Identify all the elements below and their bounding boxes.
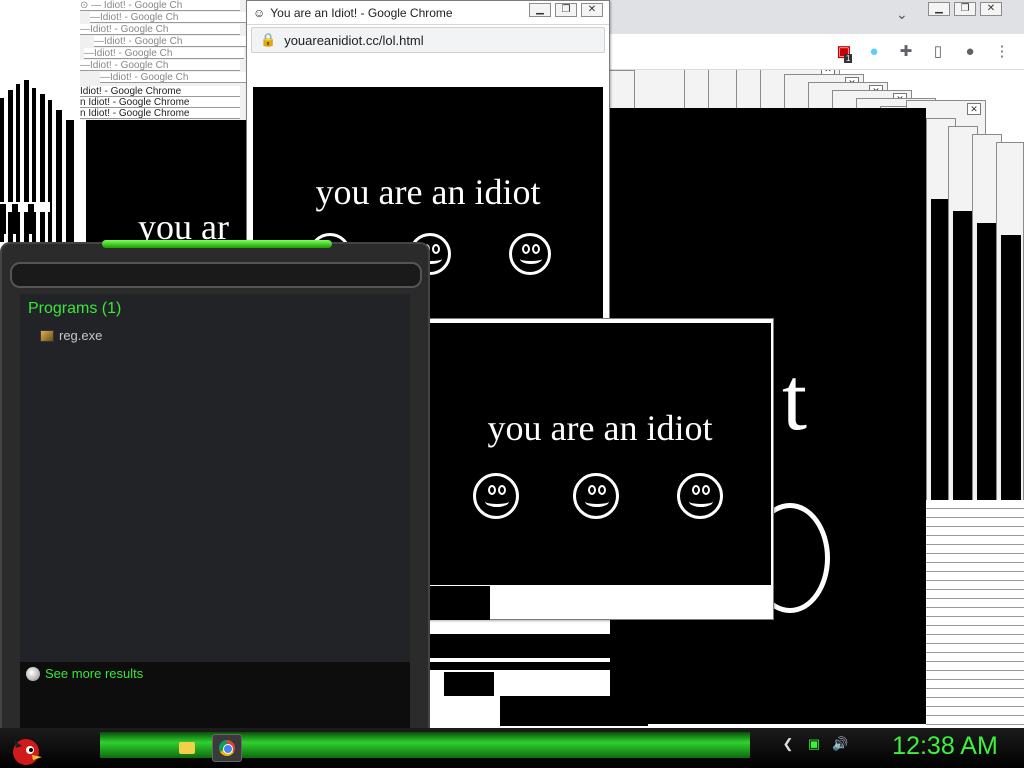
account-icon[interactable]: ● (960, 42, 980, 62)
smiley-icon (677, 473, 723, 519)
result-label: reg.exe (59, 328, 103, 343)
maximize-button[interactable]: ❐ (555, 3, 577, 17)
popup-window-lower[interactable]: you are an idiot (424, 318, 774, 620)
see-more-label: See more results (45, 666, 144, 681)
start-menu: Programs (1) reg.exe See more results (0, 240, 430, 732)
system-tray: ❮ ▣ 🔊 (780, 736, 849, 752)
minimize-button[interactable]: ▁ (529, 3, 551, 17)
taskbar-clock[interactable]: 12:38 AM (870, 732, 1020, 761)
profile-flag-icon[interactable]: ● (864, 42, 884, 62)
bg-window-title: Idiot! - Google Chrome (80, 86, 240, 97)
title-stack: ⊙ — Idiot! - Google Ch —Idiot! - Google … (80, 0, 260, 120)
bg-window-title: n Idiot! - Google Chrome (80, 97, 240, 108)
glitch-bars-left (0, 80, 80, 242)
url-text: youareanidiot.cc/lol.html (284, 32, 424, 48)
kebab-menu-icon[interactable]: ⋮ (992, 42, 1012, 62)
maximize-button[interactable]: ❐ (954, 2, 976, 16)
search-results-panel: Programs (1) reg.exe (20, 294, 410, 662)
volume-icon[interactable]: 🔊 (832, 736, 848, 752)
network-icon[interactable]: ▣ (806, 736, 822, 752)
chrome-toolbar: ▣ 1 ● ✚ ▯ ● ⋮ (600, 34, 1024, 70)
chrome-titlebar: ⌄ ▁ ❐ ✕ (600, 0, 1024, 34)
glitch-fragments-bottom (428, 586, 648, 726)
sidepanel-icon[interactable]: ▯ (928, 42, 948, 62)
folder-icon (179, 742, 195, 754)
chrome-icon (219, 740, 235, 756)
taskbar-explorer-button[interactable] (172, 734, 202, 762)
smiley-icon (473, 473, 519, 519)
taskbar-chrome-button[interactable] (212, 734, 242, 762)
programs-section-title: Programs (1) (28, 300, 122, 317)
tab-search-chevron-icon[interactable]: ⌄ (896, 6, 908, 23)
popup-content: you are an idiot (429, 323, 771, 585)
puzzle-icon[interactable]: ✚ (896, 42, 916, 62)
smiley-favicon-icon: ☺ (253, 5, 266, 20)
popup-title: You are an Idiot! - Google Chrome (270, 5, 453, 20)
big-letter-t: t (782, 350, 808, 449)
extension-badge-count: 1 (844, 54, 853, 63)
close-button[interactable]: ✕ (581, 3, 603, 17)
see-more-results-link[interactable]: See more results (26, 666, 143, 681)
idiot-message: you are an idiot (315, 172, 541, 212)
see-more-panel: See more results (20, 662, 410, 730)
smiley-icon (509, 233, 551, 275)
angry-bird-icon (13, 739, 42, 765)
smiley-icon (573, 473, 619, 519)
lock-icon: 🔒 (260, 32, 277, 47)
start-orb-button[interactable] (6, 728, 50, 768)
taskbar: ❮ ▣ 🔊 12:38 AM (0, 728, 1024, 768)
result-reg-exe[interactable]: reg.exe (40, 328, 102, 343)
bg-window-title: n Idiot! - Google Chrome (80, 108, 240, 119)
start-search-input[interactable] (10, 262, 422, 288)
minimize-button[interactable]: ▁ (928, 2, 950, 16)
bg-popup-left: you ar (86, 120, 256, 247)
address-bar[interactable]: 🔒 youareanidiot.cc/lol.html (251, 27, 605, 53)
search-icon (26, 666, 40, 681)
show-hidden-icons-icon[interactable]: ❮ (780, 736, 796, 752)
close-button[interactable]: ✕ (980, 2, 1002, 16)
idiot-message: you are an idiot (487, 408, 713, 448)
registry-editor-icon (40, 329, 54, 342)
